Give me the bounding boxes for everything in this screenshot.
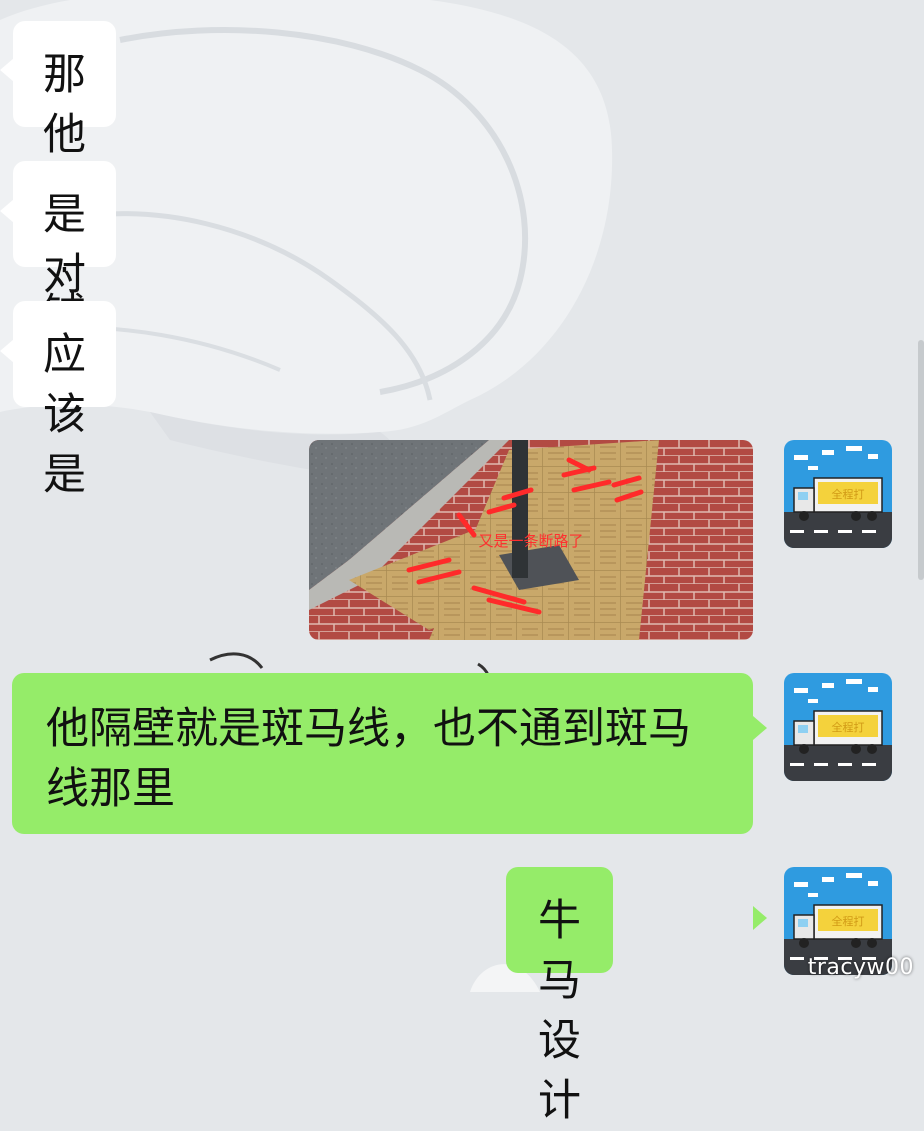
avatar[interactable]: 全程打	[784, 440, 892, 548]
scrollbar[interactable]	[918, 340, 924, 580]
message-line: 线那里	[46, 764, 175, 814]
message-bubble[interactable]: 那他这个铺的	[13, 21, 116, 400]
truck-avatar-icon: 全程打	[784, 673, 892, 781]
truck-sign-text: 全程打	[832, 487, 865, 501]
truck-sign-text: 全程打	[832, 914, 865, 928]
bubble-tail	[0, 58, 14, 82]
bubble-tail	[753, 906, 767, 930]
message-bubble[interactable]: 他隔壁就是斑马线，也不通到斑马 线那里	[12, 673, 753, 834]
message-bubble[interactable]: 应该是	[13, 301, 116, 500]
watermark: tracyw00	[807, 955, 914, 980]
message-line: 他隔壁就是斑马线，也不通到斑马	[46, 704, 691, 754]
truck-avatar-icon: 全程打	[784, 440, 892, 548]
bubble-tail	[0, 339, 14, 363]
message-bubble[interactable]: 是对的吗	[13, 161, 116, 420]
bubble-tail	[753, 716, 767, 740]
message-text: 应该是	[43, 330, 86, 500]
photo-caption: 又是一条断路了	[478, 532, 583, 550]
image-message[interactable]: 又是一条断路了	[309, 440, 753, 640]
message-text: 牛马设计	[538, 896, 581, 1126]
truck-sign-text: 全程打	[832, 720, 865, 734]
message-bubble[interactable]: 牛马设计	[506, 867, 613, 1126]
avatar[interactable]: 全程打	[784, 673, 892, 781]
bubble-tail	[0, 199, 14, 223]
tactile-paving-photo: 又是一条断路了	[309, 440, 753, 640]
